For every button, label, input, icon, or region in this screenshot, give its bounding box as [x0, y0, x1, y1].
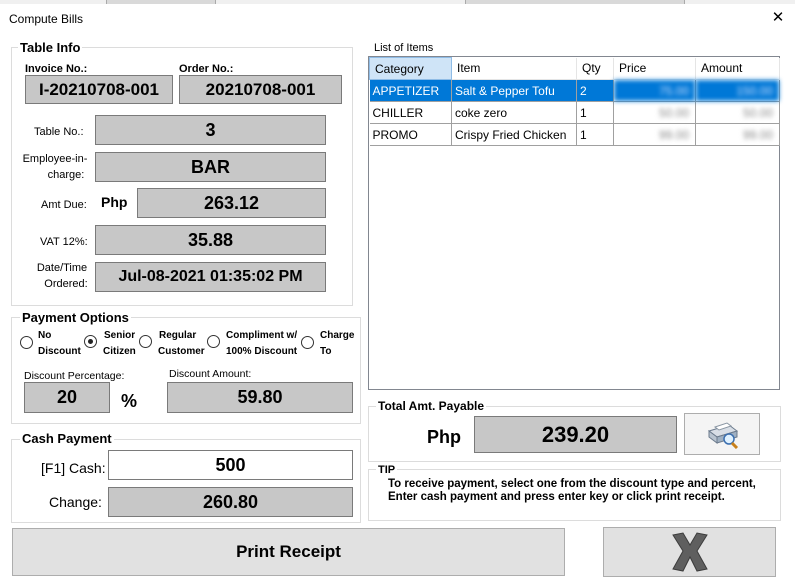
total-payable-field: 239.20 — [474, 416, 677, 453]
option-label-line2: Customer — [158, 346, 205, 357]
column-header-price[interactable]: Price — [613, 57, 696, 80]
printer-magnifier-icon — [707, 422, 739, 449]
cell-item: coke zero — [451, 101, 577, 124]
order-label: Order No.: — [179, 63, 234, 75]
cell-category: APPETIZER — [369, 79, 452, 102]
cell-amount: 150.00 — [695, 79, 780, 102]
option-label-line1: Charge — [320, 330, 355, 341]
print-preview-button[interactable] — [684, 413, 760, 455]
table-row[interactable]: APPETIZER Salt & Pepper Tofu 2 75.00 150… — [369, 79, 780, 102]
cell-category: PROMO — [369, 123, 452, 146]
vat-label: VAT 12%: — [40, 236, 88, 248]
invoice-field: I-20210708-001 — [25, 75, 173, 104]
cell-item: Salt & Pepper Tofu — [451, 79, 577, 102]
cell-price: 50.00 — [613, 101, 696, 124]
radio-senior-citizen[interactable] — [84, 335, 97, 348]
title-bar: Compute Bills ✕ — [0, 4, 795, 32]
cell-qty: 1 — [576, 101, 614, 124]
employee-field: BAR — [95, 152, 326, 182]
column-header-amount[interactable]: Amount — [695, 57, 780, 80]
window-title: Compute Bills — [9, 12, 84, 26]
cell-price: 99.00 — [613, 123, 696, 146]
percent-symbol: % — [121, 391, 138, 411]
discount-amount-field: 59.80 — [167, 382, 353, 413]
column-header-item[interactable]: Item — [451, 57, 577, 80]
print-receipt-button[interactable]: Print Receipt — [12, 528, 565, 576]
radio-charge-to[interactable] — [301, 336, 314, 349]
column-header-qty[interactable]: Qty — [576, 57, 614, 80]
option-label-line1: No — [38, 330, 52, 341]
cash-payment-legend: Cash Payment — [20, 431, 114, 446]
radio-compliment[interactable] — [207, 335, 220, 348]
radio-regular-customer[interactable] — [139, 335, 152, 348]
datetime-field: Jul-08-2021 01:35:02 PM — [95, 262, 326, 292]
invoice-label: Invoice No.: — [25, 63, 88, 75]
close-icon[interactable]: ✕ — [770, 10, 786, 26]
option-label-line2: Citizen — [103, 346, 136, 357]
cell-category: CHILLER — [369, 101, 452, 124]
radio-no-discount[interactable] — [20, 336, 33, 349]
table-no-label: Table No.: — [34, 126, 84, 138]
discount-amount-label: Discount Amount: — [169, 368, 252, 380]
amt-due-currency: Php — [101, 194, 128, 210]
datetime-label-line1: Date/Time — [36, 262, 88, 274]
discount-percentage-field[interactable]: 20 — [24, 382, 110, 413]
cell-item: Crispy Fried Chicken — [451, 123, 577, 146]
cell-amount: 99.00 — [695, 123, 780, 146]
option-label-line1: Senior — [104, 330, 136, 341]
table-info-legend: Table Info — [18, 40, 83, 55]
items-grid[interactable]: Category Item Qty Price Amount APPETIZER… — [368, 56, 780, 390]
table-no-field: 3 — [95, 115, 326, 145]
vat-field: 35.88 — [95, 225, 326, 255]
x-cancel-icon — [671, 532, 708, 572]
cell-qty: 2 — [576, 79, 614, 102]
cancel-button[interactable] — [603, 527, 776, 577]
payment-options-legend: Payment Options — [20, 310, 131, 325]
cash-input[interactable]: 500 — [108, 450, 353, 480]
amt-due-label: Amt Due: — [41, 199, 87, 211]
option-label-line2: Discount — [38, 346, 81, 357]
column-header-category[interactable]: Category — [369, 57, 452, 80]
table-row[interactable]: PROMO Crispy Fried Chicken 1 99.00 99.00 — [369, 123, 780, 146]
print-receipt-label: Print Receipt — [236, 542, 341, 561]
order-field: 20210708-001 — [179, 75, 342, 104]
cell-price: 75.00 — [613, 79, 696, 102]
datetime-label-line2: Ordered: — [44, 278, 88, 290]
total-currency: Php — [427, 427, 461, 447]
employee-label-line1: Employee-in- — [22, 153, 88, 165]
option-label-line2: 100% Discount — [226, 346, 298, 357]
amt-due-field: 263.12 — [137, 188, 326, 218]
cell-qty: 1 — [576, 123, 614, 146]
option-label-line1: Regular — [159, 330, 197, 341]
total-payable-legend: Total Amt. Payable — [376, 399, 487, 413]
change-label: Change: — [49, 494, 102, 510]
change-field: 260.80 — [108, 487, 353, 517]
discount-percentage-label: Discount Percentage: — [24, 370, 125, 382]
cell-amount: 50.00 — [695, 101, 780, 124]
option-label-line1: Compliment w/ — [226, 330, 298, 341]
tip-text: To receive payment, select one from the … — [388, 478, 756, 503]
option-label-line2: To — [320, 346, 332, 357]
tip-legend: TIP — [376, 463, 398, 477]
cash-label: [F1] Cash: — [41, 460, 106, 476]
table-row[interactable]: CHILLER coke zero 1 50.00 50.00 — [369, 101, 780, 124]
items-grid-header: Category Item Qty Price Amount — [369, 57, 780, 80]
list-of-items-legend: List of Items — [372, 41, 436, 55]
